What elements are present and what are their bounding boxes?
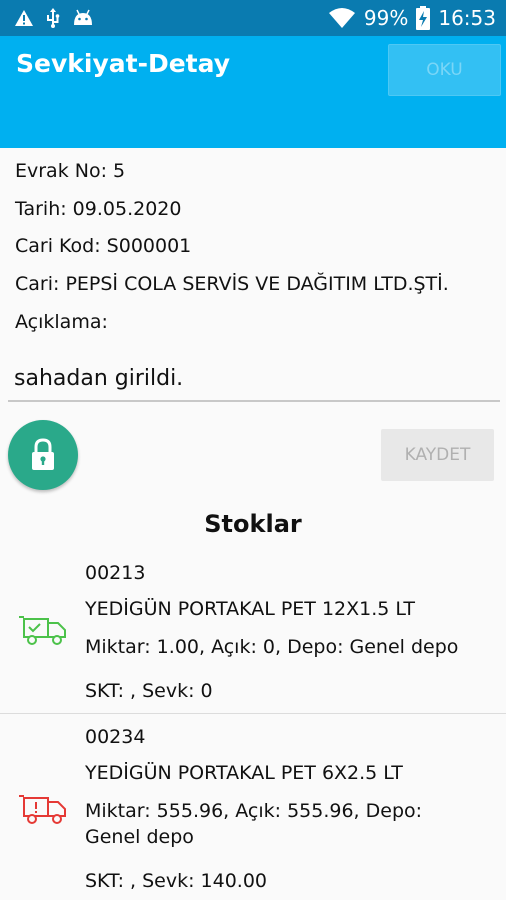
status-bar-right: 99% 16:53 (328, 5, 496, 31)
cari-kod: Cari Kod: S000001 (15, 235, 192, 257)
truck-check-icon (19, 616, 66, 645)
aciklama-input[interactable]: sahadan girildi. (14, 366, 183, 391)
cari: Cari: PEPSİ COLA SERVİS VE DAĞITIM LTD.Ş… (15, 273, 449, 295)
stock-row[interactable]: 00213 YEDİGÜN PORTAKAL PET 12X1.5 LT Mik… (0, 550, 506, 713)
stock-qty: Miktar: 1.00, Açık: 0, Depo: Genel depo (85, 636, 459, 658)
wifi-icon (328, 8, 355, 28)
stock-qty: Miktar: 555.96, Açık: 555.96, Depo: (85, 800, 423, 822)
stock-code: 00234 (85, 726, 146, 748)
stocks-title: Stoklar (204, 510, 302, 538)
stock-skt: SKT: , Sevk: 140.00 (85, 870, 268, 892)
tarih: Tarih: 09.05.2020 (15, 198, 182, 220)
stock-row[interactable]: 00234 YEDİGÜN PORTAKAL PET 6X2.5 LT Mikt… (0, 714, 506, 900)
android-icon (74, 9, 92, 25)
status-bar-left (14, 8, 94, 28)
lock-icon (32, 438, 54, 470)
clock: 16:53 (438, 6, 496, 30)
stock-skt: SKT: , Sevk: 0 (85, 680, 213, 702)
kaydet-button[interactable]: KAYDET (381, 429, 494, 481)
stock-name: YEDİGÜN PORTAKAL PET 12X1.5 LT (85, 598, 415, 620)
usb-icon (47, 8, 60, 28)
evrak-no: Evrak No: 5 (15, 160, 126, 182)
stock-name: YEDİGÜN PORTAKAL PET 6X2.5 LT (85, 762, 403, 784)
warning-icon (15, 10, 33, 26)
battery-percent: 99% (363, 6, 409, 30)
stock-code: 00213 (85, 562, 146, 584)
oku-button[interactable]: OKU (388, 44, 501, 96)
page-title: Sevkiyat-Detay (16, 49, 231, 78)
aciklama-label: Açıklama: (15, 311, 108, 333)
app-bar: Sevkiyat-Detay OKU (0, 36, 506, 148)
aciklama-input-underline (8, 400, 500, 402)
status-bar: 99% 16:53 (0, 0, 506, 36)
stock-qty-continued: Genel depo (85, 826, 194, 848)
battery-charging-icon (416, 6, 431, 30)
lock-button[interactable] (8, 420, 78, 490)
truck-alert-icon (19, 795, 66, 824)
